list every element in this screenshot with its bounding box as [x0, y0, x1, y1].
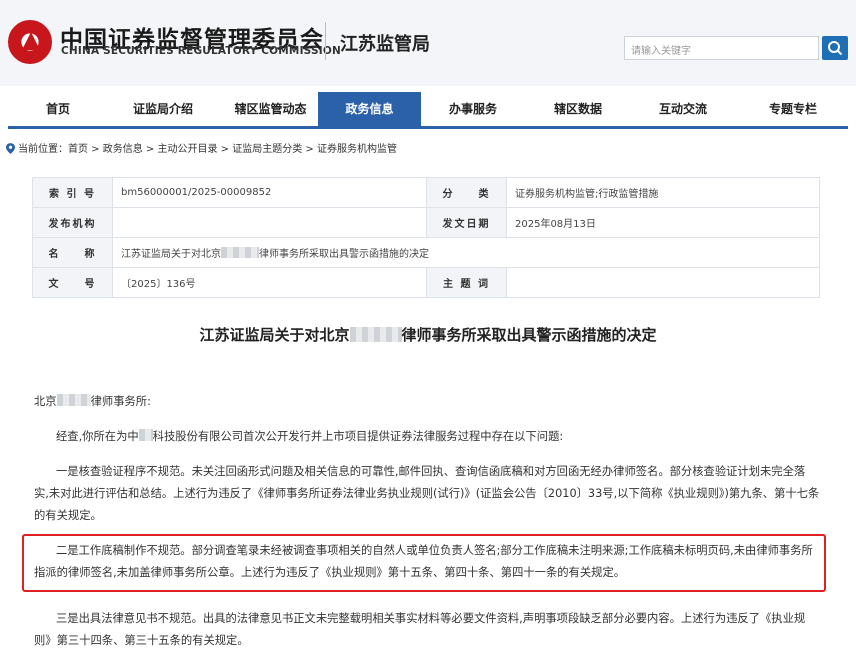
nav-item-government-info[interactable]: 政务信息 — [318, 92, 421, 126]
name-label: 名 称 — [32, 237, 113, 268]
addressee-prefix: 北京 — [34, 395, 57, 408]
subject-label: 主 题 词 — [426, 267, 507, 298]
header-divider — [325, 22, 326, 60]
subject-value — [506, 267, 820, 298]
nav-item-home[interactable]: 首页 — [8, 92, 108, 126]
org-name-en: CHINA SECURITIES REGULATORY COMMISSION — [61, 45, 341, 57]
name-value: 江苏证监局关于对北京 律师事务所采取出具警示函措施的决定 — [112, 237, 820, 268]
category-label: 分 类 — [426, 177, 507, 208]
docno-value: 〔2025〕136号 — [112, 267, 427, 298]
search-input[interactable]: 请输入关键字 — [624, 36, 819, 60]
search-button[interactable] — [822, 36, 848, 60]
nav-item-interaction[interactable]: 互动交流 — [633, 92, 733, 126]
redacted-mosaic — [138, 429, 153, 441]
document-title: 江苏证监局关于对北京 律师事务所采取出具警示函措施的决定 — [0, 324, 856, 345]
nav-item-about[interactable]: 证监局介绍 — [113, 92, 213, 126]
main-nav: 首页 证监局介绍 辖区监管动态 政务信息 办事服务 辖区数据 互动交流 专题专栏 — [8, 92, 848, 129]
index-value: bm56000001/2025-00009852 — [112, 177, 427, 208]
date-label: 发文日期 — [426, 207, 507, 238]
name-value-prefix: 江苏证监局关于对北京 — [121, 249, 221, 260]
nav-item-regional-data[interactable]: 辖区数据 — [528, 92, 628, 126]
issuer-value — [112, 207, 427, 238]
site-header: 中国证券监督管理委员会 CHINA SECURITIES REGULATORY … — [0, 0, 856, 86]
bureau-name: 江苏监管局 — [340, 34, 430, 55]
location-pin-icon — [6, 143, 15, 154]
issuer-label: 发布机构 — [32, 207, 113, 238]
redacted-mosaic — [56, 394, 91, 406]
nav-item-special-topics[interactable]: 专题专栏 — [743, 92, 843, 126]
nav-item-services[interactable]: 办事服务 — [423, 92, 523, 126]
redacted-mosaic — [349, 327, 402, 342]
document-info-table: 索 引 号 bm56000001/2025-00009852 分 类 证券服务机… — [32, 177, 820, 298]
nav-item-regional-news[interactable]: 辖区监管动态 — [218, 92, 323, 126]
intro-suffix: 科技股份有限公司首次公开发行并上市项目提供证券法律服务过程中存在以下问题: — [152, 430, 564, 443]
docno-label: 文 号 — [32, 267, 113, 298]
category-value: 证券服务机构监管;行政监管措施 — [506, 177, 820, 208]
search-icon — [828, 41, 843, 56]
date-value: 2025年08月13日 — [506, 207, 820, 238]
title-prefix: 江苏证监局关于对北京 — [199, 326, 350, 344]
intro-prefix: 经查,你所在为中 — [56, 430, 139, 443]
addressee-suffix: 律师事务所: — [90, 395, 151, 408]
paragraph-issue-1: 一是核查验证程序不规范。未关注回函形式问题及相关信息的可靠性,邮件回执、查询信函… — [34, 465, 820, 522]
title-suffix: 律师事务所采取出具警示函措施的决定 — [401, 326, 657, 344]
breadcrumb-text[interactable]: 当前位置：首页 > 政务信息 > 主动公开目录 > 证监局主题分类 > 证券服务… — [18, 144, 397, 155]
name-value-suffix: 律师事务所采取出具警示函措施的决定 — [259, 249, 429, 260]
redacted-mosaic — [221, 247, 259, 258]
addressee: 北京 律师事务所: — [34, 391, 820, 413]
paragraph-intro: 经查,你所在为中 科技股份有限公司首次公开发行并上市项目提供证券法律服务过程中存在… — [34, 426, 820, 448]
red-highlight-box — [22, 534, 826, 592]
csrc-logo-icon[interactable] — [8, 20, 52, 64]
breadcrumb: 当前位置：首页 > 政务信息 > 主动公开目录 > 证监局主题分类 > 证券服务… — [6, 140, 397, 155]
paragraph-issue-3: 三是出具法律意见书不规范。出具的法律意见书正文未完整载明相关事实材料等必要文件资… — [34, 612, 806, 647]
index-label: 索 引 号 — [32, 177, 113, 208]
